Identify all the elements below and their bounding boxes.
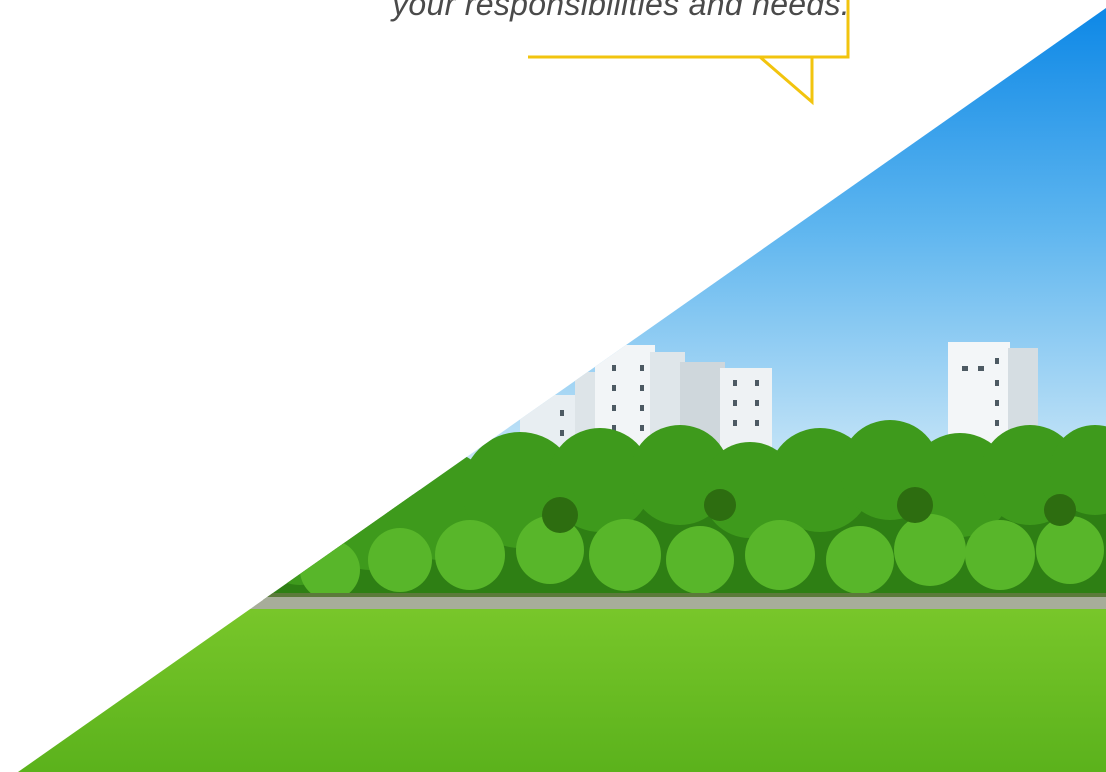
callout-text-overlay: your responsibilities and needs. [392, 0, 850, 22]
tree-line [18, 420, 1106, 600]
hero-photo [18, 0, 1106, 772]
lawn [18, 609, 1106, 772]
park-path [18, 597, 1106, 609]
